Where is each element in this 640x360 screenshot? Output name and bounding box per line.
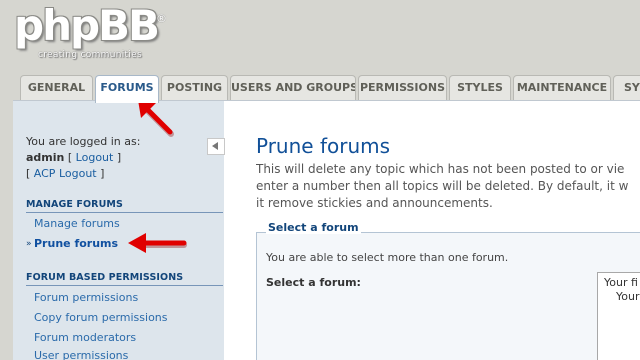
acp-window: phpBB ® creating communities GENERAL FOR… <box>0 0 640 360</box>
tab-system[interactable]: SYS <box>613 75 640 100</box>
fieldset-legend: Select a forum <box>266 221 361 234</box>
manage-forums-divider <box>26 212 223 213</box>
forum-option[interactable]: Your <box>616 290 639 303</box>
page-description: This will delete any topic which has not… <box>256 161 640 212</box>
manage-forums-heading: MANAGE FORUMS <box>26 199 123 210</box>
logo-tagline: creating communities <box>38 50 142 60</box>
logo-registered-mark: ® <box>156 12 167 25</box>
tab-permissions[interactable]: PERMISSIONS <box>358 75 447 100</box>
login-info: You are logged in as: admin [ Logout ] [… <box>26 134 140 182</box>
forum-option[interactable]: Your fi <box>604 276 638 289</box>
description-line: This will delete any topic which has not… <box>256 162 625 176</box>
bracket-open: [ <box>26 167 34 180</box>
forum-permissions-heading: FORUM BASED PERMISSIONS <box>26 272 184 283</box>
bracket-close: ] <box>96 167 105 180</box>
tab-styles[interactable]: STYLES <box>449 75 511 100</box>
tab-forums[interactable]: FORUMS <box>95 75 159 103</box>
logo-text: phpBB <box>14 1 160 50</box>
sidebar-item-prune-forums[interactable]: Prune forums <box>34 237 118 250</box>
forum-permissions-divider <box>26 285 223 286</box>
fieldset-hint: You are able to select more than one for… <box>266 251 509 264</box>
bracket-open: [ <box>67 151 76 164</box>
acp-logout-link[interactable]: ACP Logout <box>34 167 97 180</box>
tab-users-and-groups[interactable]: USERS AND GROUPS <box>230 75 356 100</box>
tab-maintenance[interactable]: MAINTENANCE <box>513 75 611 100</box>
select-forum-label: Select a forum: <box>266 276 361 289</box>
forum-multiselect[interactable]: Your fi Your <box>597 272 640 360</box>
main-tabs: GENERAL FORUMS POSTING USERS AND GROUPS … <box>20 75 640 103</box>
sidebar-item-user-permissions[interactable]: User permissions <box>34 349 128 360</box>
acp-logout-line: [ ACP Logout ] <box>26 166 140 182</box>
sidebar-item-forum-moderators[interactable]: Forum moderators <box>34 331 136 344</box>
collapse-sidebar-icon[interactable] <box>207 138 225 155</box>
description-line: enter a number then all topics will be d… <box>256 179 629 193</box>
username: admin <box>26 151 65 164</box>
sidebar-item-manage-forums[interactable]: Manage forums <box>34 217 120 230</box>
sidebar-item-copy-forum-permissions[interactable]: Copy forum permissions <box>34 311 168 324</box>
page-title: Prune forums <box>256 134 391 158</box>
phpbb-logo[interactable]: phpBB ® creating communities <box>14 4 174 62</box>
description-line: it remove stickies and announcements. <box>256 196 493 210</box>
red-arrow-icon <box>128 233 187 253</box>
logout-link[interactable]: Logout <box>76 151 114 164</box>
active-bullet-icon: » <box>26 239 32 249</box>
bracket-close: ] <box>113 151 122 164</box>
logged-in-label: You are logged in as: <box>26 135 141 148</box>
login-line: admin [ Logout ] <box>26 150 140 166</box>
sidebar-item-forum-permissions[interactable]: Forum permissions <box>34 291 138 304</box>
tab-general[interactable]: GENERAL <box>20 75 93 100</box>
